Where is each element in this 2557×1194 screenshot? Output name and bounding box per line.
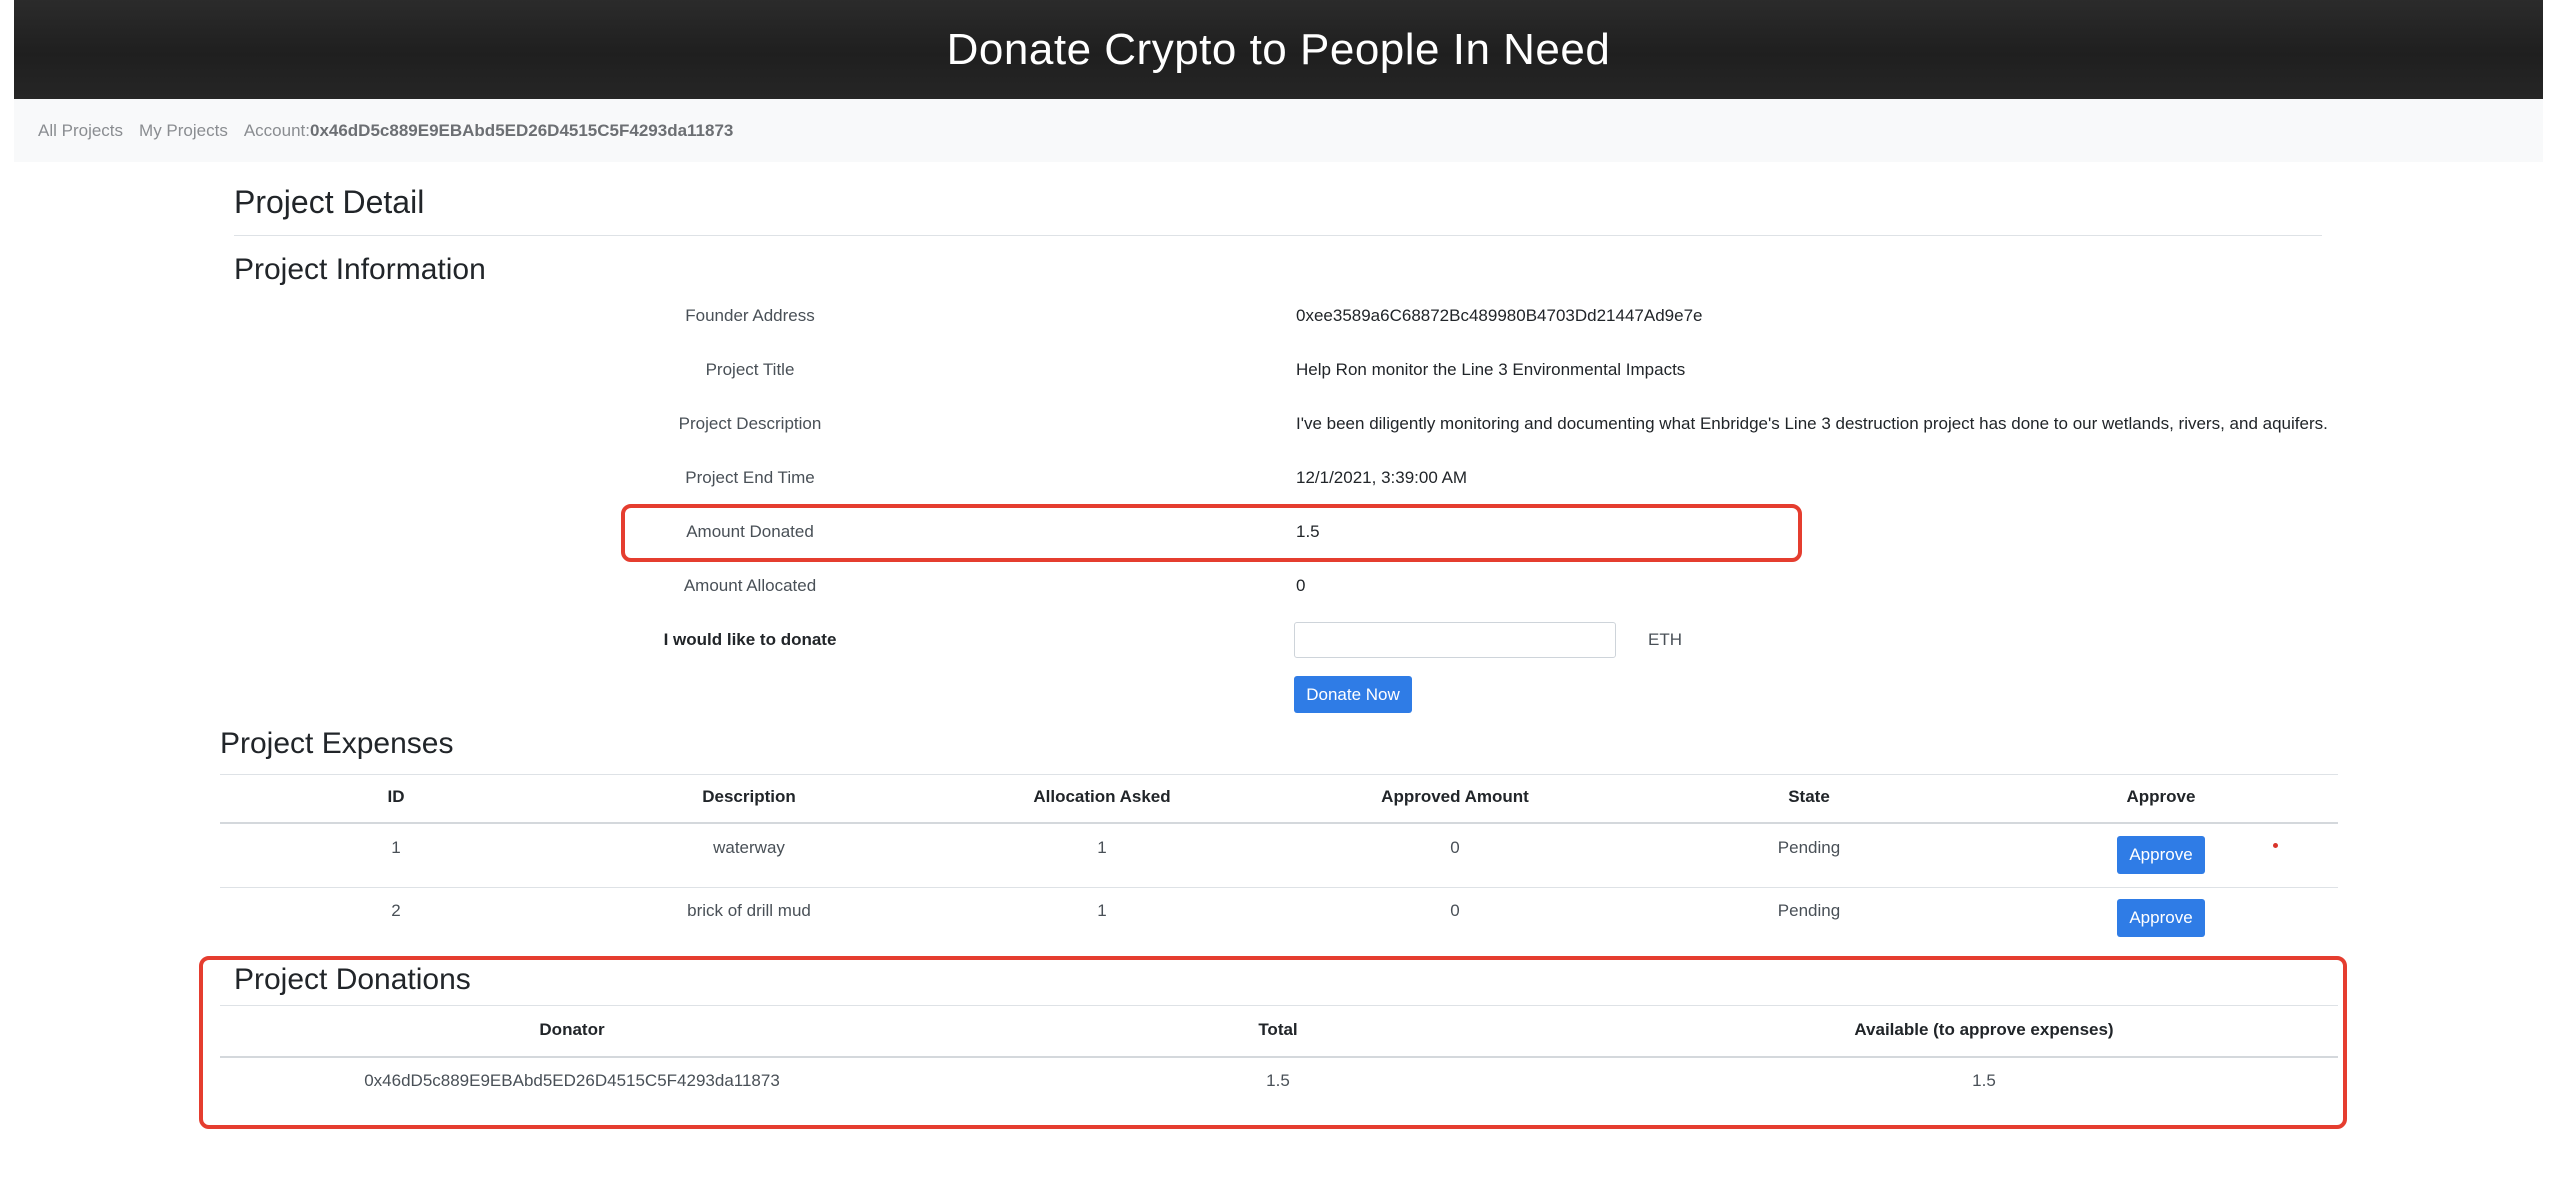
site-header: Donate Crypto to People In Need [14,0,2543,99]
donation-1-available: 1.5 [1972,1071,1996,1090]
project-title-value: Help Ron monitor the Line 3 Environmenta… [1296,360,1686,379]
donations-col-available: Available (to approve expenses) [1854,1020,2114,1039]
expense-1-id: 1 [391,838,401,857]
donations-highlight [199,956,2347,1129]
donate-amount-label: I would like to donate [663,630,837,649]
expense-1-approved: 0 [1450,838,1460,857]
project-title-label: Project Title [705,360,795,379]
title-divider [234,235,2322,236]
account-address: 0x46dD5c889E9EBAbd5ED26D4515C5F4293da118… [309,120,734,140]
project-donations-title: Project Donations [234,963,471,996]
amount-allocated-value: 0 [1296,576,1306,595]
amount-allocated-label: Amount Allocated [683,576,817,595]
founder-address-label: Founder Address [685,306,815,325]
amount-donated-value: 1.5 [1296,522,1320,541]
expenses-col-approved-amount: Approved Amount [1381,787,1529,806]
donations-col-donator: Donator [539,1020,605,1039]
amount-donated-label: Amount Donated [686,522,814,541]
project-description-value: I've been diligently monitoring and docu… [1296,414,2328,433]
project-information-title: Project Information [234,253,486,286]
expense-1-state: Pending [1777,838,1841,857]
donation-1-donator: 0x46dD5c889E9EBAbd5ED26D4515C5F4293da118… [364,1071,780,1090]
expenses-col-approve: Approve [2126,787,2196,806]
expense-2-approved: 0 [1450,901,1460,920]
donations-head-divider [220,1056,2338,1058]
donate-now-button[interactable]: Donate Now [1294,676,1412,713]
project-end-time-value: 12/1/2021, 3:39:00 AM [1296,468,1468,487]
expense-2-allocation: 1 [1097,901,1107,920]
project-end-time-label: Project End Time [685,468,815,487]
project-expenses-title: Project Expenses [220,727,454,760]
expense-1-description: waterway [713,838,785,857]
expense-2-approve-button[interactable]: Approve [2117,899,2205,937]
page-title: Project Detail [234,184,425,220]
nav-my-projects[interactable]: My Projects [139,121,228,141]
expense-1-approve-button[interactable]: Approve [2117,836,2205,874]
expense-2-id: 2 [391,901,401,920]
expenses-head-divider [220,822,2338,824]
cursor-marker [2273,843,2278,848]
donation-1-total: 1.5 [1266,1071,1290,1090]
eth-unit-label: ETH [1648,630,1682,649]
top-navbar: All Projects My Projects Account: 0x46dD5… [14,99,2543,162]
site-title: Donate Crypto to People In Need [946,24,1611,74]
account-label: Account: [243,120,310,140]
expenses-col-state: State [1788,787,1830,806]
expenses-top-divider [220,774,2338,775]
expenses-row-divider [220,887,2338,888]
expenses-col-allocation-asked: Allocation Asked [1033,787,1171,806]
expenses-col-description: Description [702,787,796,806]
expenses-col-id: ID [387,787,405,806]
donate-amount-input[interactable] [1294,622,1616,658]
expense-1-allocation: 1 [1097,838,1107,857]
donations-col-total: Total [1258,1020,1298,1039]
project-description-label: Project Description [678,414,822,433]
expense-2-state: Pending [1777,901,1841,920]
donations-top-divider [220,1005,2338,1006]
founder-address-value: 0xee3589a6C68872Bc489980B4703Dd21447Ad9e… [1296,306,1703,325]
nav-all-projects[interactable]: All Projects [38,121,123,141]
expense-2-description: brick of drill mud [687,901,811,920]
